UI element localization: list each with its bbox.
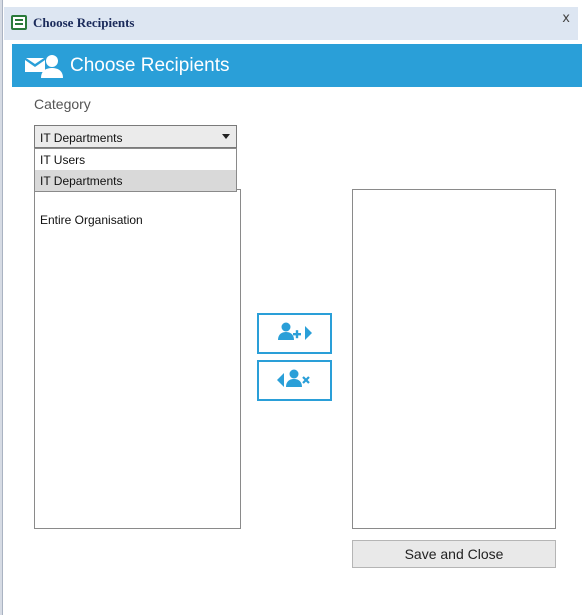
form-icon: [11, 15, 27, 30]
close-icon[interactable]: x: [562, 11, 570, 26]
remove-recipient-button[interactable]: [257, 360, 332, 401]
dropdown-option-it-departments[interactable]: IT Departments: [35, 170, 236, 191]
remove-user-arrow-left-icon: [277, 369, 310, 387]
chevron-down-icon[interactable]: [222, 134, 230, 139]
dialog-header-title: Choose Recipients: [70, 55, 230, 76]
category-select[interactable]: IT Departments: [34, 125, 237, 148]
category-dropdown[interactable]: IT Users IT Departments: [34, 148, 237, 192]
selected-recipients-list[interactable]: [352, 189, 556, 529]
window-title: Choose Recipients: [33, 15, 135, 30]
dialog-header: Choose Recipients: [12, 44, 582, 87]
available-recipients-list[interactable]: Entire Organisation: [34, 189, 241, 529]
save-and-close-button[interactable]: Save and Close: [352, 540, 556, 568]
people-icon: [25, 55, 63, 78]
window-left-border: [0, 0, 3, 615]
list-item[interactable]: Entire Organisation: [35, 203, 240, 227]
choose-recipients-window: Choose Recipients x Choose Recipients Ca…: [0, 0, 582, 615]
add-recipient-button[interactable]: [257, 313, 332, 354]
category-select-value: IT Departments: [40, 131, 123, 145]
category-label: Category: [34, 96, 91, 112]
title-bar: Choose Recipients x: [4, 7, 578, 40]
add-user-arrow-right-icon: [278, 322, 312, 340]
dropdown-option-it-users[interactable]: IT Users: [35, 149, 236, 170]
